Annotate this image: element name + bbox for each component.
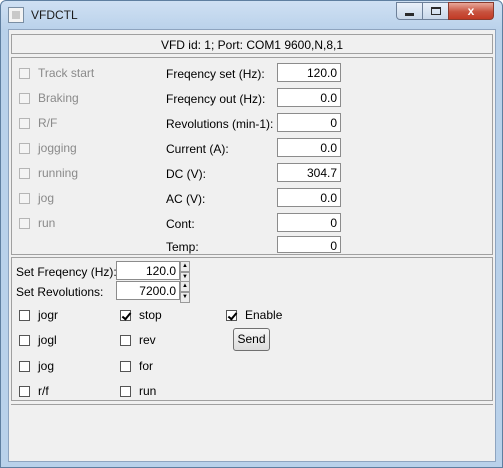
maximize-icon — [430, 7, 441, 15]
indicator-running: running — [19, 166, 78, 180]
rf-checkbox[interactable]: r/f — [19, 384, 49, 398]
indicator-label: Track start — [38, 66, 95, 80]
enable-label: Enable — [245, 308, 283, 322]
app-window: VFDCTL x VFD id: 1; Port: COM1 9600,N,8,… — [0, 0, 503, 468]
freq-out-label: Freqency out (Hz): — [166, 92, 266, 106]
set-frequency-label: Set Freqency (Hz): — [16, 265, 117, 279]
freq-out-field: 0.0 — [277, 88, 341, 107]
checkbox — [19, 192, 30, 204]
stop-checkbox[interactable]: stop — [120, 308, 162, 322]
jogl-label: jogl — [38, 333, 57, 347]
jogr-label: jogr — [38, 308, 59, 322]
revolutions-label: Revolutions (min-1): — [166, 117, 274, 131]
temp-field: 0 — [277, 236, 341, 253]
dc-voltage-field: 304.7 — [277, 163, 341, 182]
spin-up-icon[interactable]: ▲ — [180, 261, 190, 272]
rev-checkbox[interactable]: rev — [120, 333, 156, 347]
rev-label: rev — [139, 333, 156, 347]
checkbox — [19, 92, 30, 104]
checkbox[interactable] — [120, 334, 131, 346]
run-checkbox[interactable]: run — [120, 384, 156, 398]
indicator-jogging: jogging — [19, 141, 77, 155]
enable-checkbox[interactable]: Enable — [226, 308, 282, 322]
close-icon: x — [467, 4, 475, 18]
rf-label: r/f — [38, 384, 49, 398]
indicator-label: run — [38, 216, 56, 230]
current-label: Current (A): — [166, 142, 229, 156]
checkbox[interactable] — [19, 385, 30, 397]
window-title: VFDCTL — [31, 8, 78, 22]
indicator-label: running — [38, 166, 79, 180]
checkbox — [19, 167, 30, 179]
connection-status: VFD id: 1; Port: COM1 9600,N,8,1 — [160, 38, 344, 52]
cont-label: Cont: — [166, 217, 195, 231]
checkbox-checked[interactable] — [120, 309, 131, 321]
dc-voltage-label: DC (V): — [166, 167, 206, 181]
send-button[interactable]: Send — [233, 328, 270, 351]
for-label: for — [139, 359, 154, 373]
indicator-label: jog — [38, 191, 55, 205]
minimize-button[interactable] — [396, 2, 423, 20]
indicator-track-start: Track start — [19, 66, 94, 80]
indicator-label: R/F — [38, 116, 58, 130]
cont-field: 0 — [277, 213, 341, 232]
checkbox[interactable] — [19, 334, 30, 346]
indicator-label: jogging — [38, 141, 77, 155]
indicator-jog: jog — [19, 191, 54, 205]
title-bar[interactable]: VFDCTL x — [1, 1, 502, 29]
set-revolutions-label: Set Revolutions: — [16, 285, 104, 299]
run-label: run — [139, 384, 157, 398]
ac-voltage-label: AC (V): — [166, 192, 206, 206]
indicator-run: run — [19, 216, 55, 230]
set-revolutions-spinbox[interactable]: 7200.0 ▲ ▼ — [116, 281, 190, 303]
control-panel: Set Freqency (Hz): 120.0 ▲ ▼ Set Revolut… — [11, 257, 493, 401]
spin-down-icon[interactable]: ▼ — [180, 292, 190, 303]
spin-up-icon[interactable]: ▲ — [180, 281, 190, 292]
checkbox — [19, 117, 30, 129]
bottom-divider — [11, 404, 493, 405]
close-button[interactable]: x — [448, 2, 494, 20]
stop-label: stop — [139, 308, 162, 322]
freq-set-field: 120.0 — [277, 63, 341, 82]
checkbox[interactable] — [120, 360, 131, 372]
minimize-icon — [405, 12, 414, 16]
jog-label: jog — [38, 359, 55, 373]
client-area: VFD id: 1; Port: COM1 9600,N,8,1 Track s… — [8, 29, 496, 462]
checkbox — [19, 217, 30, 229]
checkbox — [19, 142, 30, 154]
revolutions-field: 0 — [277, 113, 341, 132]
set-frequency-spinbox[interactable]: 120.0 ▲ ▼ — [116, 261, 190, 283]
indicator-label: Braking — [38, 91, 79, 105]
connection-status-panel: VFD id: 1; Port: COM1 9600,N,8,1 — [11, 34, 493, 54]
jogr-checkbox[interactable]: jogr — [19, 308, 58, 322]
freq-set-label: Freqency set (Hz): — [166, 67, 265, 81]
checkbox — [19, 67, 30, 79]
checkbox-checked[interactable] — [226, 309, 237, 321]
temp-label: Temp: — [166, 240, 199, 254]
maximize-button[interactable] — [422, 2, 449, 20]
for-checkbox[interactable]: for — [120, 359, 153, 373]
set-revolutions-input[interactable]: 7200.0 — [116, 281, 180, 300]
app-icon[interactable] — [8, 7, 24, 23]
current-field: 0.0 — [277, 138, 341, 157]
readout-panel: Track start Braking R/F jogging running … — [11, 57, 493, 255]
set-frequency-input[interactable]: 120.0 — [116, 261, 180, 280]
jog-checkbox[interactable]: jog — [19, 359, 54, 373]
jogl-checkbox[interactable]: jogl — [19, 333, 57, 347]
indicator-rf: R/F — [19, 116, 57, 130]
ac-voltage-field: 0.0 — [277, 188, 341, 207]
checkbox[interactable] — [19, 360, 30, 372]
checkbox[interactable] — [19, 309, 30, 321]
checkbox[interactable] — [120, 385, 131, 397]
indicator-braking: Braking — [19, 91, 79, 105]
